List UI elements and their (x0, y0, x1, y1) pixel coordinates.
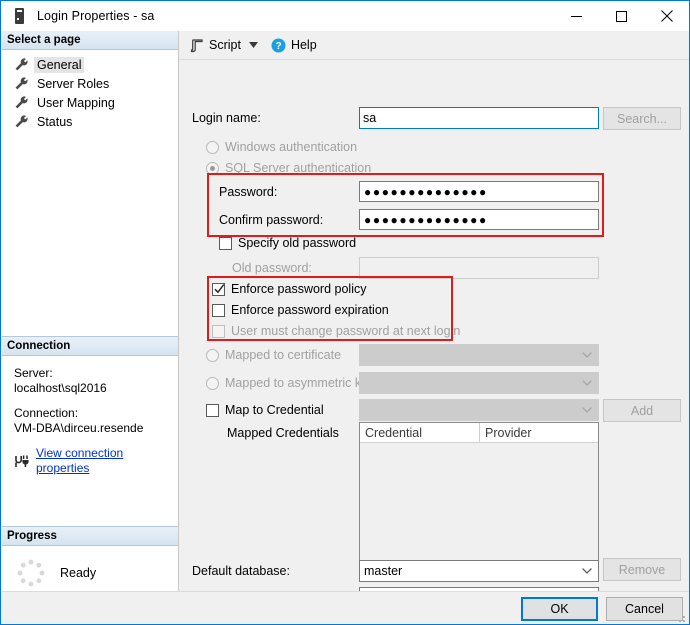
wrench-icon (14, 57, 29, 72)
mapped-to-asymmetric-key-label: Mapped to asymmetric key (225, 376, 375, 390)
view-connection-properties-link[interactable]: View connection properties (36, 446, 178, 476)
server-icon (12, 7, 28, 25)
sidebar: Select a page General Server Roles User … (2, 31, 179, 591)
add-credential-button[interactable]: Add (603, 399, 681, 422)
title-bar: Login Properties - sa (1, 1, 689, 31)
sidebar-item-user-mapping[interactable]: User Mapping (2, 93, 178, 112)
help-button[interactable]: ? Help (268, 34, 320, 56)
script-label: Script (209, 38, 241, 52)
plug-icon (14, 454, 31, 469)
chevron-down-icon (582, 561, 592, 581)
search-button[interactable]: Search... (603, 107, 681, 130)
map-to-credential-combo[interactable] (359, 399, 599, 421)
sidebar-item-server-roles[interactable]: Server Roles (2, 74, 178, 93)
server-value: localhost\sql2016 (14, 381, 107, 395)
password-label: Password: (219, 185, 278, 199)
user-must-change-password-label: User must change password at next login (231, 324, 461, 338)
old-password-input[interactable] (359, 257, 599, 279)
sidebar-item-general[interactable]: General (2, 55, 178, 74)
cancel-button[interactable]: Cancel (606, 597, 683, 621)
specify-old-password-label: Specify old password (238, 236, 357, 250)
mapped-credentials-label: Mapped Credentials (227, 426, 339, 440)
enforce-password-expiration-checkbox[interactable] (212, 303, 225, 317)
mapped-to-certificate-combo[interactable] (359, 344, 599, 366)
login-name-label: Login name: (192, 111, 261, 125)
progress-status: Ready (60, 566, 97, 580)
mapped-to-certificate-radio[interactable] (206, 348, 219, 362)
grid-column-credential: Credential (360, 423, 480, 443)
svg-text:?: ? (275, 41, 281, 52)
grid-header-row: Credential Provider (360, 423, 598, 443)
wrench-icon (14, 76, 29, 91)
login-name-input[interactable] (359, 107, 599, 129)
dialog-footer: OK Cancel (2, 591, 689, 624)
ok-button[interactable]: OK (521, 597, 598, 621)
help-label: Help (290, 38, 317, 52)
default-database-label: Default database: (192, 564, 290, 578)
mapped-credentials-grid[interactable]: Credential Provider (359, 422, 599, 567)
chevron-down-icon (582, 345, 592, 365)
content-pane: Script ? Help Login name: Sea (179, 31, 689, 609)
help-icon: ? (271, 38, 286, 53)
window-title: Login Properties - sa (37, 9, 155, 23)
wrench-icon (14, 95, 29, 110)
progress-body: Ready (2, 546, 178, 588)
connection-value: VM-DBA\dirceu.resende (14, 421, 144, 435)
mapped-to-asymmetric-key-combo[interactable] (359, 372, 599, 394)
map-to-credential-label: Map to Credential (225, 403, 324, 417)
login-properties-dialog: Login Properties - sa Select a page Gene… (0, 0, 690, 625)
maximize-button[interactable] (599, 1, 644, 31)
sql-authentication-label: SQL Server authentication (225, 161, 372, 175)
server-label: Server: (14, 366, 53, 380)
confirm-password-input[interactable]: ●●●●●●●●●●●●●● (359, 209, 599, 230)
chevron-down-icon (582, 400, 592, 420)
wrench-icon (14, 114, 29, 129)
progress-header: Progress (2, 526, 178, 546)
script-button[interactable]: Script (186, 34, 244, 56)
mapped-to-asymmetric-key-radio[interactable] (206, 376, 219, 390)
enforce-password-policy-label: Enforce password policy (231, 282, 367, 296)
connection-label: Connection: (14, 406, 79, 420)
password-input[interactable]: ●●●●●●●●●●●●●● (359, 181, 599, 202)
script-dropdown-button[interactable] (246, 35, 262, 55)
enforce-password-expiration-label: Enforce password expiration (231, 303, 389, 317)
progress-spinner-icon (16, 558, 46, 588)
sql-authentication-radio[interactable] (206, 161, 219, 175)
minimize-button[interactable] (554, 1, 599, 31)
mapped-to-certificate-label: Mapped to certificate (225, 348, 342, 362)
view-connection-properties-row[interactable]: View connection properties (14, 446, 178, 476)
map-to-credential-checkbox[interactable] (206, 403, 219, 417)
page-nav-list: General Server Roles User Mapping Status (2, 50, 178, 131)
remove-credential-button[interactable]: Remove (603, 558, 681, 581)
sidebar-item-label: Server Roles (37, 76, 110, 91)
script-icon (189, 38, 204, 53)
close-button[interactable] (644, 1, 689, 31)
old-password-label: Old password: (232, 261, 312, 275)
connection-body: Server: localhost\sql2016 Connection: VM… (2, 356, 178, 476)
grid-column-provider: Provider (480, 423, 598, 443)
sidebar-item-label: User Mapping (37, 95, 115, 110)
chevron-down-icon (582, 373, 592, 393)
toolbar: Script ? Help (179, 31, 689, 60)
resize-grip[interactable] (675, 612, 687, 624)
confirm-password-label: Confirm password: (219, 213, 324, 227)
sidebar-item-label: Status (37, 114, 73, 129)
default-database-combo[interactable]: master (359, 560, 599, 582)
windows-authentication-radio[interactable] (206, 140, 219, 154)
window-controls (554, 1, 689, 31)
sidebar-item-label: General (34, 56, 85, 73)
sidebar-item-status[interactable]: Status (2, 112, 178, 131)
enforce-password-policy-checkbox[interactable] (212, 282, 225, 296)
user-must-change-password-checkbox[interactable] (212, 324, 225, 338)
general-form: Login name: Search... Windows authentica… (179, 60, 689, 609)
specify-old-password-checkbox[interactable] (219, 236, 232, 250)
windows-authentication-label: Windows authentication (225, 140, 358, 154)
select-page-header: Select a page (2, 31, 178, 50)
connection-header: Connection (2, 336, 178, 356)
